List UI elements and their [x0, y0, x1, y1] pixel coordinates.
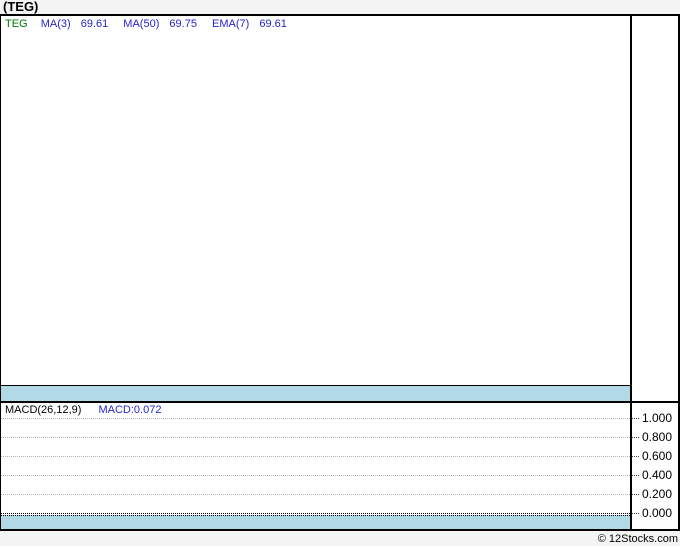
- ticker-symbol: TEG: [5, 18, 28, 30]
- ema7-value: 69.61: [259, 18, 287, 30]
- ytick-label: 0.200: [642, 487, 673, 501]
- ma3-label: MA(3): [40, 18, 71, 30]
- ytick-mark: [632, 494, 639, 495]
- price-axis-separator: [630, 16, 632, 401]
- ytick-mark: [632, 456, 639, 457]
- chart-header: (TEG): [0, 0, 680, 14]
- ytick-mark: [632, 418, 639, 419]
- stock-chart-page: (TEG) TEG MA(3) 69.61 MA(50) 69.75 EMA(7…: [0, 0, 680, 546]
- ytick-mark: [632, 437, 639, 438]
- footer-bar: © 12Stocks.com: [0, 532, 680, 546]
- price-chart-panel: TEG MA(3) 69.61 MA(50) 69.75 EMA(7) 69.6…: [0, 14, 680, 401]
- ytick-label: 0.600: [642, 449, 673, 463]
- gridline-0.600: [1, 456, 630, 457]
- gridline-0.400: [1, 475, 630, 476]
- macd-value: MACD:0.072: [98, 404, 162, 416]
- ytick-mark: [632, 475, 639, 476]
- gridline-0.800: [1, 437, 630, 438]
- macd-xaxis-band: [1, 515, 630, 529]
- ytick-label: 0.000: [642, 506, 673, 520]
- ma50-label: MA(50): [123, 18, 160, 30]
- gridline-0.200: [1, 494, 630, 495]
- macd-panel: MACD(26,12,9) MACD:0.072 1.000 0.800 0.6…: [0, 401, 680, 531]
- macd-legend: MACD(26,12,9) MACD:0.072: [5, 404, 161, 416]
- gridline-zero: [1, 513, 630, 514]
- macd-axis-separator: [630, 403, 632, 529]
- ma3-value: 69.61: [80, 18, 109, 30]
- ytick-label: 1.000: [642, 411, 673, 425]
- ema7-label: EMA(7): [212, 18, 250, 30]
- ma50-value: 69.75: [169, 18, 197, 30]
- ticker-title: (TEG): [3, 0, 39, 14]
- ytick-label: 0.400: [642, 468, 673, 482]
- credit-link[interactable]: © 12Stocks.com: [598, 533, 678, 545]
- ytick-label: 0.800: [642, 430, 673, 444]
- ytick-mark: [632, 513, 639, 514]
- price-xaxis-band: [1, 385, 630, 401]
- macd-params-label: MACD(26,12,9): [5, 404, 82, 416]
- price-legend: TEG MA(3) 69.61 MA(50) 69.75 EMA(7) 69.6…: [5, 18, 299, 30]
- gridline-1.000: [1, 418, 630, 419]
